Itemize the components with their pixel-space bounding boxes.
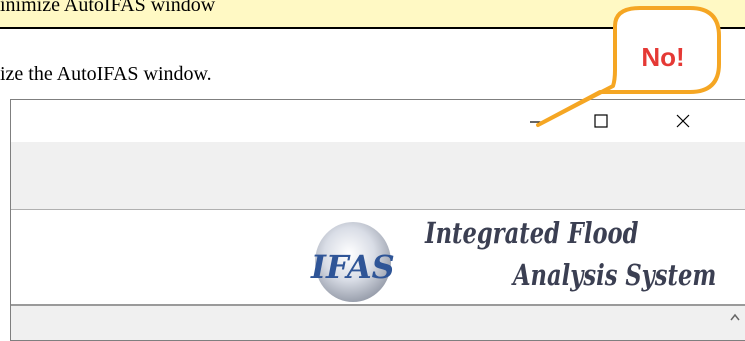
callout-text: No!	[641, 42, 685, 72]
